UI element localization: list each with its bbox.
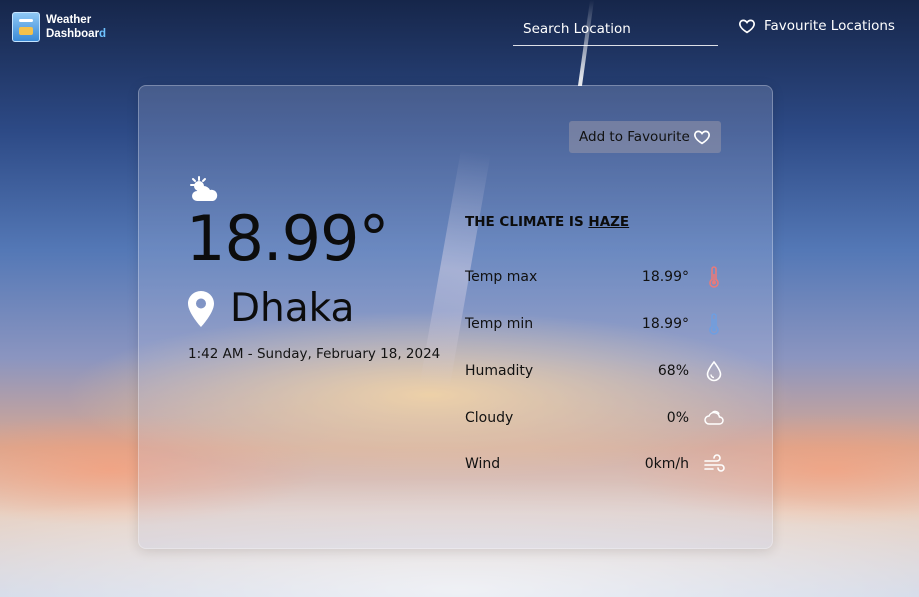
location-name: Dhaka: [230, 286, 355, 331]
climate-value: HAZE: [588, 214, 630, 230]
logo-line-2: Dashboard: [46, 27, 106, 41]
logo-line-1: Weather: [46, 14, 92, 26]
location-display: Dhaka: [188, 287, 354, 331]
stat-value: 18.99°: [641, 316, 689, 332]
current-datetime: 1:42 AM - Sunday, February 18, 2024: [188, 346, 441, 362]
stat-row-temp-min: Temp min 18.99°: [465, 312, 725, 336]
favourite-locations-link[interactable]: Favourite Locations: [738, 17, 895, 35]
logo-text: Weather Dashboard: [46, 13, 106, 41]
app-logo[interactable]: Weather Dashboard: [12, 12, 106, 42]
logo-line-2-accent: d: [99, 28, 107, 40]
climate-heading: THE CLIMATE IS HAZE: [465, 214, 629, 230]
stat-row-wind: Wind 0km/h: [465, 452, 725, 476]
map-pin-icon: [188, 291, 214, 327]
stat-row-temp-max: Temp max 18.99°: [465, 265, 725, 289]
stat-label: Cloudy: [465, 410, 514, 426]
cloud-icon: [704, 410, 724, 425]
stat-label: Temp min: [465, 316, 534, 332]
add-to-favourite-label: Add to Favourite: [579, 129, 690, 145]
heart-icon: [739, 19, 755, 34]
current-temperature: 18.99°: [186, 202, 389, 275]
search-input[interactable]: [513, 12, 718, 46]
wind-icon: [704, 454, 725, 472]
thermometer-cold-icon: [709, 313, 719, 335]
stat-value: 68%: [657, 363, 689, 379]
stat-label: Humadity: [465, 363, 534, 379]
favourite-locations-label: Favourite Locations: [764, 18, 895, 34]
add-to-favourite-button[interactable]: Add to Favourite: [569, 121, 721, 153]
heart-icon: [694, 130, 710, 145]
climate-prefix: THE CLIMATE IS: [465, 214, 584, 230]
stat-label: Temp max: [465, 269, 538, 285]
logo-line-2-main: Dashboar: [46, 28, 100, 40]
thermometer-hot-icon: [709, 266, 719, 288]
droplet-icon: [706, 360, 722, 382]
logo-icon: [12, 12, 40, 42]
stat-value: 18.99°: [641, 269, 689, 285]
stat-value: 0km/h: [644, 456, 689, 472]
stat-label: Wind: [465, 456, 501, 472]
stat-row-cloudy: Cloudy 0%: [465, 406, 725, 430]
partly-cloudy-icon: [190, 176, 218, 201]
stat-value: 0%: [666, 410, 689, 426]
stat-row-humidity: Humadity 68%: [465, 359, 725, 383]
